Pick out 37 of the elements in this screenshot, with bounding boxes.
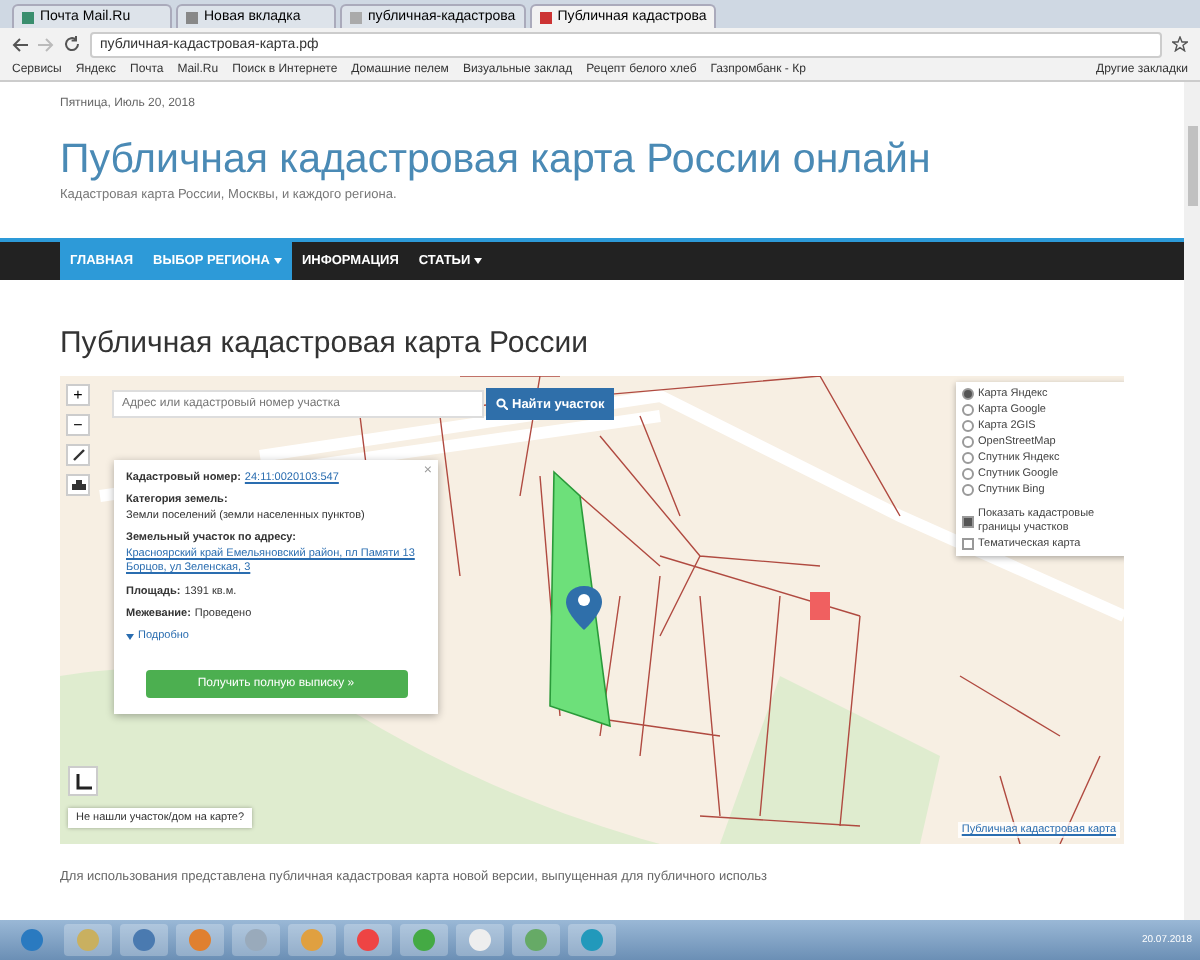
site-title[interactable]: Публичная кадастровая карта России онлайн xyxy=(60,136,1184,184)
reload-icon[interactable] xyxy=(64,36,80,52)
search-icon xyxy=(496,398,508,410)
taskbar-app-icon[interactable] xyxy=(344,924,392,956)
taskbar-app-icon[interactable] xyxy=(568,924,616,956)
star-icon[interactable] xyxy=(1172,36,1188,52)
zoom-out-button[interactable]: − xyxy=(66,414,90,436)
fullscreen-button[interactable] xyxy=(68,766,98,796)
location-pin-icon xyxy=(566,586,602,630)
back-arrow-icon[interactable] xyxy=(12,37,28,51)
scrollbar[interactable] xyxy=(1184,82,1200,920)
forward-arrow-icon[interactable] xyxy=(38,37,54,51)
zoom-in-button[interactable]: + xyxy=(66,384,90,406)
favicon-icon xyxy=(22,11,34,23)
building-block xyxy=(810,592,830,620)
print-icon[interactable] xyxy=(66,474,90,496)
taskbar-app-icon[interactable] xyxy=(400,924,448,956)
favicon-icon xyxy=(539,11,552,23)
radio-button[interactable] xyxy=(962,436,974,449)
checkbox[interactable] xyxy=(962,515,974,528)
radio-button[interactable] xyxy=(962,420,974,433)
taskbar-app-icon[interactable] xyxy=(512,924,560,956)
radio-button[interactable] xyxy=(962,468,974,481)
radio-button[interactable] xyxy=(962,388,974,401)
taskbar-app-icon[interactable] xyxy=(176,924,224,956)
taskbar-app-icon[interactable] xyxy=(120,924,168,956)
radio-button[interactable] xyxy=(962,404,974,417)
scrollbar-thumb[interactable] xyxy=(1187,126,1197,206)
radio-button[interactable] xyxy=(962,452,974,465)
radio-button[interactable] xyxy=(962,484,974,497)
measure-icon[interactable] xyxy=(66,444,90,466)
favicon-icon xyxy=(350,11,362,23)
checkbox[interactable] xyxy=(962,538,974,551)
favicon-icon xyxy=(186,11,198,23)
taskbar-app-icon[interactable] xyxy=(456,924,504,956)
caret-icon xyxy=(126,633,134,640)
page-heading: Публичная кадастровая карта России xyxy=(60,326,590,360)
